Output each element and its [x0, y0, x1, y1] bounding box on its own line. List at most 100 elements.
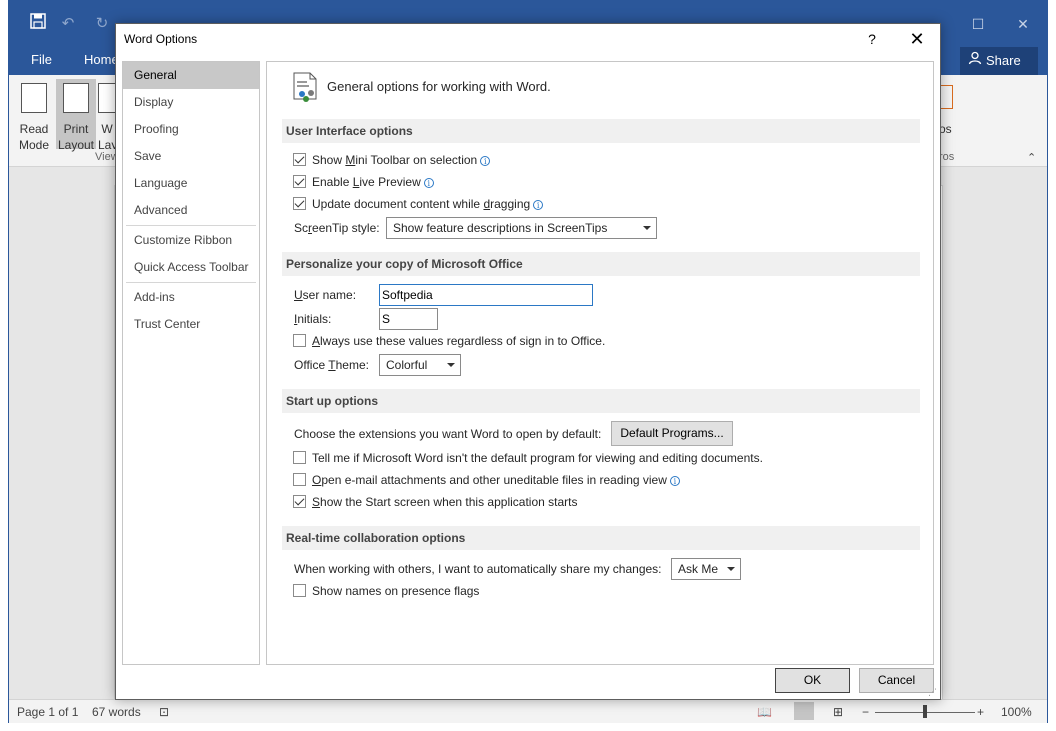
tab-file[interactable]: File	[31, 52, 52, 67]
nav-item-display[interactable]: Display	[123, 89, 259, 116]
web-layout-view-icon[interactable]: ⊞	[833, 705, 843, 719]
zoom-in-button[interactable]: +	[977, 705, 984, 719]
info-icon[interactable]: i	[423, 178, 434, 188]
screentip-style-dropdown[interactable]: Show feature descriptions in ScreenTips	[386, 217, 657, 239]
nav-item-proofing[interactable]: Proofing	[123, 116, 259, 143]
open-email-attachments-checkbox[interactable]	[293, 473, 306, 486]
office-theme-value: Colorful	[386, 358, 428, 372]
tell-me-default-checkbox[interactable]	[293, 451, 306, 464]
share-changes-label: When working with others, I want to auto…	[294, 562, 662, 576]
opt-label-post: pen e-mail attachments and other unedita…	[321, 473, 667, 487]
nav-item-advanced[interactable]: Advanced	[123, 197, 259, 224]
presence-flags-option[interactable]: Show names on presence flags	[293, 583, 479, 601]
opt-label-pre: Update document content while	[312, 197, 484, 211]
nav-item-save[interactable]: Save	[123, 143, 259, 170]
office-theme-label: Office Theme:	[294, 358, 369, 372]
update-content-dragging-checkbox[interactable]	[293, 197, 306, 210]
always-use-values-option[interactable]: Always use these values regardless of si…	[293, 333, 605, 351]
info-icon[interactable]: i	[480, 156, 491, 166]
undo-icon[interactable]: ↶	[57, 13, 79, 35]
zoom-slider-thumb[interactable]	[923, 705, 927, 718]
read-mode-view-icon[interactable]: 📖	[757, 705, 772, 719]
opt-label-post: ini Toolbar on selection	[355, 153, 478, 167]
show-start-screen-checkbox[interactable]	[293, 495, 306, 508]
zoom-out-button[interactable]: −	[862, 705, 869, 719]
ok-button[interactable]: OK	[775, 668, 850, 693]
page-header-text: General options for working with Word.	[327, 79, 551, 94]
show-mini-toolbar-option[interactable]: Show Mini Toolbar on selection i	[293, 152, 491, 170]
info-icon[interactable]: i	[533, 200, 544, 210]
always-use-values-checkbox[interactable]	[293, 334, 306, 347]
close-dialog-button[interactable]: ✕	[904, 28, 930, 50]
open-email-attachments-option[interactable]: Open e-mail attachments and other unedit…	[293, 472, 680, 490]
update-content-dragging-option[interactable]: Update document content while dragging i	[293, 196, 544, 214]
read-mode-icon	[21, 83, 47, 113]
nav-divider	[126, 225, 256, 226]
macros-group-label: ros	[939, 151, 955, 163]
help-button[interactable]: ?	[860, 28, 884, 50]
section-personalize: Personalize your copy of Microsoft Offic…	[282, 252, 920, 276]
proofing-icon[interactable]: ⊡	[159, 705, 169, 719]
zoom-level[interactable]: 100%	[1001, 705, 1032, 719]
dropdown-arrow-icon	[727, 567, 735, 571]
collapse-ribbon-icon[interactable]: ⌃	[1027, 151, 1036, 164]
info-icon[interactable]: i	[669, 476, 680, 486]
nav-item-quick-access-toolbar[interactable]: Quick Access Toolbar	[123, 254, 259, 281]
options-content: General options for working with Word. U…	[266, 61, 934, 665]
print-layout-view-icon[interactable]	[794, 702, 814, 720]
screentip-style-label: ScreenTip style:	[294, 221, 380, 235]
default-programs-button[interactable]: Default Programs...	[611, 421, 733, 446]
word-options-dialog: Word Options ? ✕ General Display Proofin…	[115, 23, 941, 700]
close-window-icon[interactable]: ✕	[1009, 13, 1037, 35]
opt-label-accel: M	[345, 153, 356, 167]
print-layout-icon	[63, 83, 89, 113]
opt-label-post: ive Preview	[359, 175, 421, 189]
lbl-accel: U	[294, 288, 303, 302]
nav-item-general[interactable]: General	[123, 62, 259, 89]
save-icon[interactable]	[27, 13, 49, 35]
office-theme-dropdown[interactable]: Colorful	[379, 354, 461, 376]
redo-icon[interactable]: ↻	[91, 13, 113, 35]
opt-label-post: how the Start screen when this applicati…	[320, 495, 578, 509]
nav-item-add-ins[interactable]: Add-ins	[123, 284, 259, 311]
show-mini-toolbar-checkbox[interactable]	[293, 153, 306, 166]
enable-live-preview-option[interactable]: Enable Live Preview i	[293, 174, 434, 192]
web-layout-button[interactable]: W Lay	[98, 79, 116, 149]
maximize-icon[interactable]: ☐	[964, 13, 992, 35]
lbl-post: eenTip style:	[312, 221, 380, 235]
section-user-interface: User Interface options	[282, 119, 920, 143]
opt-label-pre: Show	[312, 153, 346, 167]
section-collaboration: Real-time collaboration options	[282, 526, 920, 550]
presence-flags-checkbox[interactable]	[293, 584, 306, 597]
section-startup: Start up options	[282, 389, 920, 413]
resize-grip-icon[interactable]: ⋰	[928, 687, 938, 697]
screentip-style-value: Show feature descriptions in ScreenTips	[393, 221, 608, 235]
print-layout-button[interactable]: Print Layout	[56, 79, 96, 152]
share-button[interactable]: Share	[960, 47, 1038, 75]
lbl-pre: Office	[294, 358, 329, 372]
opt-label: Tell me if Microsoft Word isn't the defa…	[312, 451, 763, 465]
nav-item-language[interactable]: Language	[123, 170, 259, 197]
tell-me-default-option[interactable]: Tell me if Microsoft Word isn't the defa…	[293, 450, 763, 468]
nav-item-trust-center[interactable]: Trust Center	[123, 311, 259, 338]
options-nav: General Display Proofing Save Language A…	[122, 61, 260, 665]
page-count[interactable]: Page 1 of 1	[17, 705, 78, 719]
tab-home[interactable]: Home	[84, 52, 119, 67]
read-mode-button[interactable]: Read Mode	[14, 79, 54, 152]
opt-label-accel: S	[312, 495, 321, 509]
share-changes-value: Ask Me	[678, 562, 719, 576]
word-count[interactable]: 67 words	[92, 705, 141, 719]
opt-label: Show names on presence flags	[312, 584, 480, 598]
cancel-button[interactable]: Cancel	[859, 668, 934, 693]
initials-label: Initials:	[294, 312, 331, 326]
user-name-input[interactable]: Softpedia	[379, 284, 593, 306]
initials-input[interactable]: S	[379, 308, 438, 330]
read-mode-label-1: Read	[19, 122, 49, 136]
share-label: Share	[986, 53, 1021, 68]
show-start-screen-option[interactable]: Show the Start screen when this applicat…	[293, 494, 577, 512]
nav-divider	[126, 282, 256, 283]
nav-item-customize-ribbon[interactable]: Customize Ribbon	[123, 227, 259, 254]
share-changes-dropdown[interactable]: Ask Me	[671, 558, 741, 580]
enable-live-preview-checkbox[interactable]	[293, 175, 306, 188]
user-name-label: User name:	[294, 288, 356, 302]
